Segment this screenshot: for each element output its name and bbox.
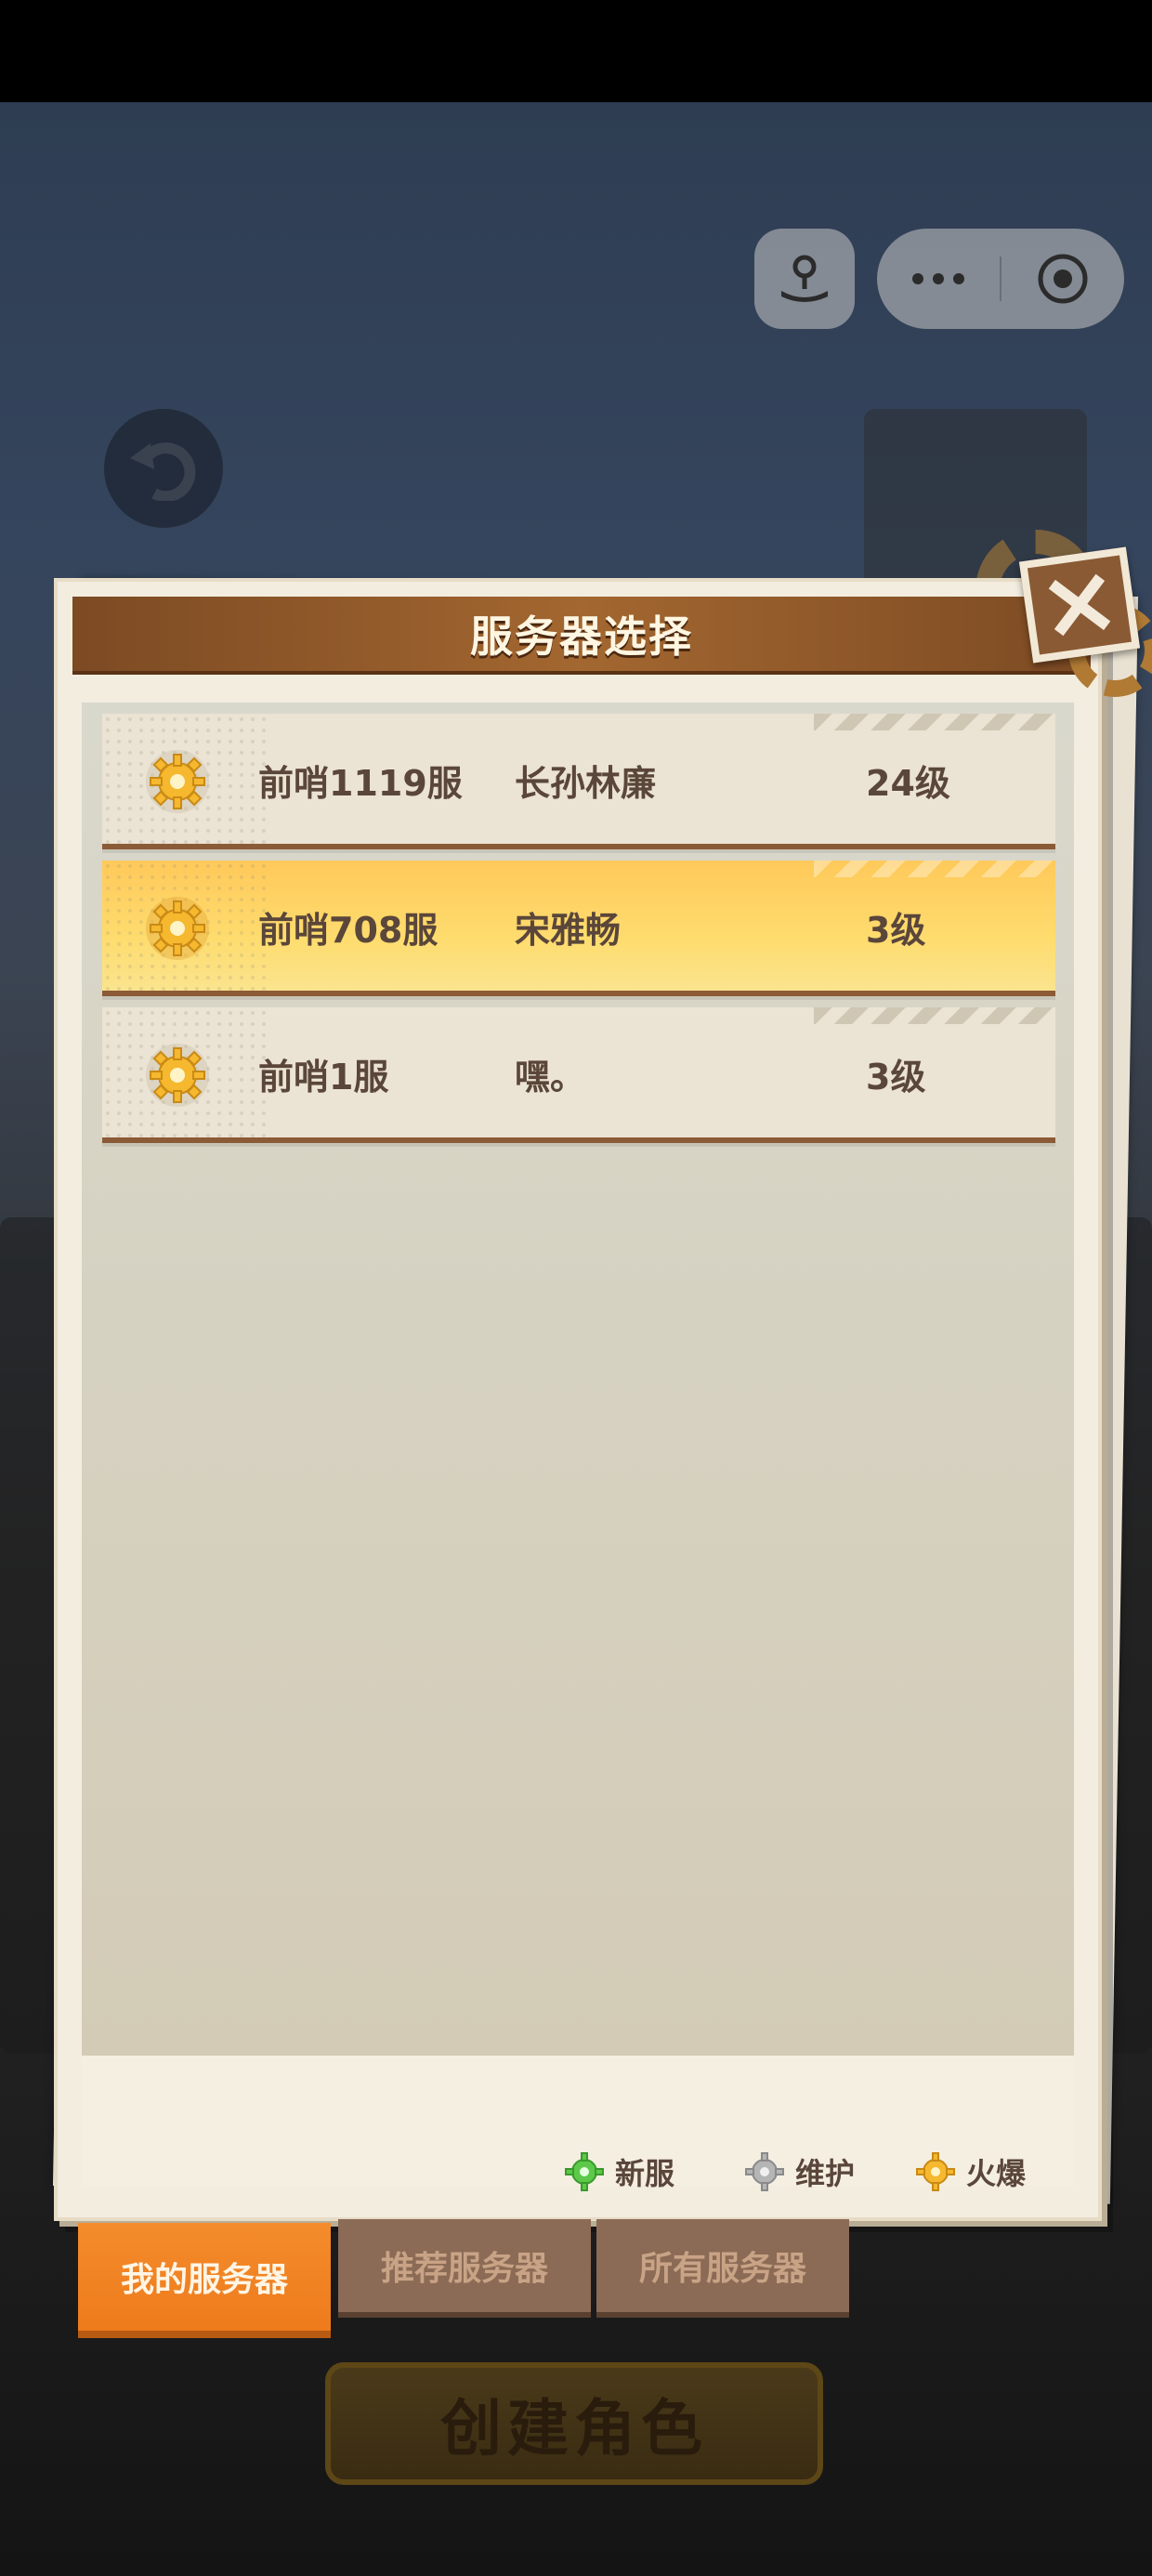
server-select-panel: 服务器选择 前哨1119服 长孙林廉 24级 前哨708服 宋雅畅 3级 前哨1… bbox=[54, 578, 1102, 2221]
legend-new: 新服 bbox=[563, 2150, 674, 2193]
legend-label: 新服 bbox=[615, 2156, 675, 2191]
character-name: 长孙林廉 bbox=[515, 763, 657, 804]
create-character-button[interactable]: 创建角色 bbox=[325, 2362, 823, 2485]
back-button[interactable] bbox=[104, 409, 223, 528]
hot-gear-icon bbox=[143, 1041, 212, 1110]
tab-recommended-servers[interactable]: 推荐服务器 bbox=[338, 2219, 591, 2318]
legend-maintenance: 维护 bbox=[743, 2150, 855, 2193]
close-miniprogram-button[interactable] bbox=[1001, 229, 1124, 329]
panel-header: 服务器选择 bbox=[72, 597, 1091, 675]
gray-gear-icon bbox=[745, 2152, 784, 2191]
character-level: 3级 bbox=[866, 910, 926, 951]
legend-label: 维护 bbox=[795, 2156, 856, 2191]
server-row-selected[interactable]: 前哨708服 宋雅畅 3级 bbox=[102, 861, 1055, 996]
undo-arrow-icon bbox=[130, 442, 196, 501]
legend-hot: 火爆 bbox=[914, 2150, 1026, 2193]
character-level: 24级 bbox=[866, 763, 950, 804]
tab-my-servers[interactable]: 我的服务器 bbox=[78, 2223, 331, 2338]
joystick-button[interactable] bbox=[754, 229, 855, 329]
status-bar bbox=[0, 0, 1152, 102]
legend-label: 火爆 bbox=[966, 2156, 1027, 2191]
row-stripes bbox=[814, 1007, 1055, 1024]
hot-gear-icon bbox=[143, 894, 212, 963]
joystick-icon bbox=[754, 229, 855, 329]
more-button[interactable] bbox=[877, 229, 1000, 329]
server-name: 前哨708服 bbox=[258, 910, 439, 951]
yellow-gear-icon bbox=[916, 2152, 955, 2191]
close-icon bbox=[1048, 573, 1111, 637]
character-name: 宋雅畅 bbox=[515, 910, 622, 951]
row-stripes bbox=[814, 714, 1055, 730]
server-name: 前哨1服 bbox=[258, 1057, 389, 1097]
character-level: 3级 bbox=[866, 1057, 926, 1097]
panel-title: 服务器选择 bbox=[470, 611, 693, 662]
close-button[interactable] bbox=[1018, 546, 1141, 664]
tab-all-servers[interactable]: 所有服务器 bbox=[596, 2219, 849, 2318]
server-row[interactable]: 前哨1服 嘿。 3级 bbox=[102, 1007, 1055, 1143]
target-circle-icon bbox=[1038, 254, 1088, 304]
green-gear-icon bbox=[565, 2152, 604, 2191]
create-character-label: 创建角色 bbox=[440, 2393, 708, 2464]
server-name: 前哨1119服 bbox=[258, 763, 463, 804]
character-name: 嘿。 bbox=[515, 1057, 586, 1097]
capsule-menu bbox=[877, 229, 1124, 329]
more-dots-icon bbox=[912, 273, 964, 284]
hot-gear-icon bbox=[143, 747, 212, 816]
server-row[interactable]: 前哨1119服 长孙林廉 24级 bbox=[102, 714, 1055, 849]
row-stripes bbox=[814, 861, 1055, 877]
